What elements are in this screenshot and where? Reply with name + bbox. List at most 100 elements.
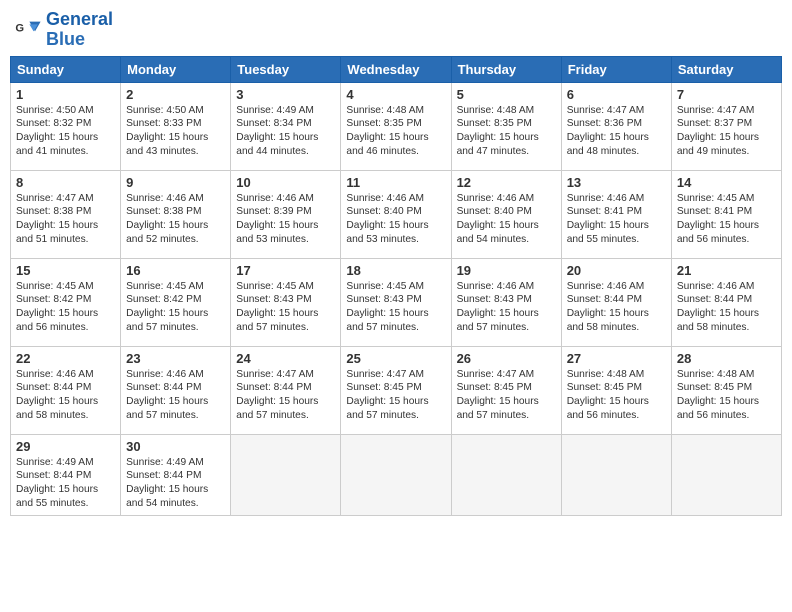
week-row-5: 29 Sunrise: 4:49 AM Sunset: 8:44 PM Dayl… bbox=[11, 434, 782, 515]
calendar-cell: 22 Sunrise: 4:46 AM Sunset: 8:44 PM Dayl… bbox=[11, 346, 121, 434]
calendar-cell: 17 Sunrise: 4:45 AM Sunset: 8:43 PM Dayl… bbox=[231, 258, 341, 346]
col-monday: Monday bbox=[121, 56, 231, 82]
day-info: Sunrise: 4:47 AM Sunset: 8:38 PM Dayligh… bbox=[16, 192, 115, 247]
day-number: 30 bbox=[126, 439, 225, 454]
day-number: 15 bbox=[16, 263, 115, 278]
day-info: Sunrise: 4:47 AM Sunset: 8:36 PM Dayligh… bbox=[567, 104, 666, 159]
calendar-cell: 27 Sunrise: 4:48 AM Sunset: 8:45 PM Dayl… bbox=[561, 346, 671, 434]
calendar-cell: 4 Sunrise: 4:48 AM Sunset: 8:35 PM Dayli… bbox=[341, 82, 451, 170]
day-number: 10 bbox=[236, 175, 335, 190]
day-number: 23 bbox=[126, 351, 225, 366]
week-row-4: 22 Sunrise: 4:46 AM Sunset: 8:44 PM Dayl… bbox=[11, 346, 782, 434]
day-number: 2 bbox=[126, 87, 225, 102]
day-number: 21 bbox=[677, 263, 776, 278]
day-info: Sunrise: 4:46 AM Sunset: 8:44 PM Dayligh… bbox=[677, 280, 776, 335]
day-info: Sunrise: 4:50 AM Sunset: 8:33 PM Dayligh… bbox=[126, 104, 225, 159]
day-info: Sunrise: 4:47 AM Sunset: 8:37 PM Dayligh… bbox=[677, 104, 776, 159]
day-number: 29 bbox=[16, 439, 115, 454]
calendar-cell: 11 Sunrise: 4:46 AM Sunset: 8:40 PM Dayl… bbox=[341, 170, 451, 258]
calendar: Sunday Monday Tuesday Wednesday Thursday… bbox=[10, 56, 782, 516]
calendar-cell: 9 Sunrise: 4:46 AM Sunset: 8:38 PM Dayli… bbox=[121, 170, 231, 258]
day-info: Sunrise: 4:45 AM Sunset: 8:42 PM Dayligh… bbox=[126, 280, 225, 335]
day-info: Sunrise: 4:48 AM Sunset: 8:35 PM Dayligh… bbox=[457, 104, 556, 159]
day-info: Sunrise: 4:46 AM Sunset: 8:40 PM Dayligh… bbox=[457, 192, 556, 247]
calendar-cell: 20 Sunrise: 4:46 AM Sunset: 8:44 PM Dayl… bbox=[561, 258, 671, 346]
week-row-1: 1 Sunrise: 4:50 AM Sunset: 8:32 PM Dayli… bbox=[11, 82, 782, 170]
day-number: 8 bbox=[16, 175, 115, 190]
calendar-cell: 25 Sunrise: 4:47 AM Sunset: 8:45 PM Dayl… bbox=[341, 346, 451, 434]
calendar-cell bbox=[671, 434, 781, 515]
day-info: Sunrise: 4:45 AM Sunset: 8:43 PM Dayligh… bbox=[346, 280, 445, 335]
col-tuesday: Tuesday bbox=[231, 56, 341, 82]
day-number: 18 bbox=[346, 263, 445, 278]
calendar-cell: 29 Sunrise: 4:49 AM Sunset: 8:44 PM Dayl… bbox=[11, 434, 121, 515]
calendar-cell: 1 Sunrise: 4:50 AM Sunset: 8:32 PM Dayli… bbox=[11, 82, 121, 170]
day-number: 5 bbox=[457, 87, 556, 102]
logo-icon: G bbox=[14, 16, 42, 44]
day-number: 22 bbox=[16, 351, 115, 366]
logo-text: General Blue bbox=[46, 10, 113, 50]
page-header: G General Blue bbox=[10, 10, 782, 50]
day-number: 28 bbox=[677, 351, 776, 366]
col-thursday: Thursday bbox=[451, 56, 561, 82]
day-number: 16 bbox=[126, 263, 225, 278]
day-info: Sunrise: 4:46 AM Sunset: 8:39 PM Dayligh… bbox=[236, 192, 335, 247]
day-info: Sunrise: 4:49 AM Sunset: 8:44 PM Dayligh… bbox=[126, 456, 225, 511]
calendar-cell: 10 Sunrise: 4:46 AM Sunset: 8:39 PM Dayl… bbox=[231, 170, 341, 258]
day-number: 19 bbox=[457, 263, 556, 278]
day-number: 17 bbox=[236, 263, 335, 278]
calendar-cell bbox=[341, 434, 451, 515]
day-number: 25 bbox=[346, 351, 445, 366]
day-number: 9 bbox=[126, 175, 225, 190]
svg-text:G: G bbox=[15, 22, 24, 34]
day-info: Sunrise: 4:46 AM Sunset: 8:44 PM Dayligh… bbox=[16, 368, 115, 423]
calendar-cell: 23 Sunrise: 4:46 AM Sunset: 8:44 PM Dayl… bbox=[121, 346, 231, 434]
day-number: 7 bbox=[677, 87, 776, 102]
day-info: Sunrise: 4:47 AM Sunset: 8:44 PM Dayligh… bbox=[236, 368, 335, 423]
calendar-cell: 8 Sunrise: 4:47 AM Sunset: 8:38 PM Dayli… bbox=[11, 170, 121, 258]
calendar-cell bbox=[561, 434, 671, 515]
days-header-row: Sunday Monday Tuesday Wednesday Thursday… bbox=[11, 56, 782, 82]
day-number: 4 bbox=[346, 87, 445, 102]
day-number: 27 bbox=[567, 351, 666, 366]
calendar-cell bbox=[451, 434, 561, 515]
col-sunday: Sunday bbox=[11, 56, 121, 82]
day-number: 3 bbox=[236, 87, 335, 102]
day-number: 11 bbox=[346, 175, 445, 190]
day-number: 24 bbox=[236, 351, 335, 366]
day-info: Sunrise: 4:46 AM Sunset: 8:44 PM Dayligh… bbox=[126, 368, 225, 423]
calendar-cell: 6 Sunrise: 4:47 AM Sunset: 8:36 PM Dayli… bbox=[561, 82, 671, 170]
day-info: Sunrise: 4:45 AM Sunset: 8:41 PM Dayligh… bbox=[677, 192, 776, 247]
day-info: Sunrise: 4:49 AM Sunset: 8:44 PM Dayligh… bbox=[16, 456, 115, 511]
day-info: Sunrise: 4:47 AM Sunset: 8:45 PM Dayligh… bbox=[457, 368, 556, 423]
week-row-3: 15 Sunrise: 4:45 AM Sunset: 8:42 PM Dayl… bbox=[11, 258, 782, 346]
day-info: Sunrise: 4:48 AM Sunset: 8:45 PM Dayligh… bbox=[567, 368, 666, 423]
day-info: Sunrise: 4:46 AM Sunset: 8:41 PM Dayligh… bbox=[567, 192, 666, 247]
col-wednesday: Wednesday bbox=[341, 56, 451, 82]
day-number: 20 bbox=[567, 263, 666, 278]
day-info: Sunrise: 4:50 AM Sunset: 8:32 PM Dayligh… bbox=[16, 104, 115, 159]
day-info: Sunrise: 4:46 AM Sunset: 8:40 PM Dayligh… bbox=[346, 192, 445, 247]
day-info: Sunrise: 4:46 AM Sunset: 8:44 PM Dayligh… bbox=[567, 280, 666, 335]
day-number: 6 bbox=[567, 87, 666, 102]
day-info: Sunrise: 4:45 AM Sunset: 8:42 PM Dayligh… bbox=[16, 280, 115, 335]
day-info: Sunrise: 4:46 AM Sunset: 8:43 PM Dayligh… bbox=[457, 280, 556, 335]
day-number: 26 bbox=[457, 351, 556, 366]
calendar-cell: 13 Sunrise: 4:46 AM Sunset: 8:41 PM Dayl… bbox=[561, 170, 671, 258]
day-info: Sunrise: 4:46 AM Sunset: 8:38 PM Dayligh… bbox=[126, 192, 225, 247]
calendar-cell: 2 Sunrise: 4:50 AM Sunset: 8:33 PM Dayli… bbox=[121, 82, 231, 170]
day-info: Sunrise: 4:47 AM Sunset: 8:45 PM Dayligh… bbox=[346, 368, 445, 423]
day-number: 1 bbox=[16, 87, 115, 102]
calendar-cell: 30 Sunrise: 4:49 AM Sunset: 8:44 PM Dayl… bbox=[121, 434, 231, 515]
logo: G General Blue bbox=[14, 10, 113, 50]
calendar-cell: 15 Sunrise: 4:45 AM Sunset: 8:42 PM Dayl… bbox=[11, 258, 121, 346]
day-number: 12 bbox=[457, 175, 556, 190]
calendar-cell: 12 Sunrise: 4:46 AM Sunset: 8:40 PM Dayl… bbox=[451, 170, 561, 258]
col-saturday: Saturday bbox=[671, 56, 781, 82]
calendar-cell: 3 Sunrise: 4:49 AM Sunset: 8:34 PM Dayli… bbox=[231, 82, 341, 170]
day-info: Sunrise: 4:48 AM Sunset: 8:35 PM Dayligh… bbox=[346, 104, 445, 159]
calendar-cell bbox=[231, 434, 341, 515]
calendar-cell: 26 Sunrise: 4:47 AM Sunset: 8:45 PM Dayl… bbox=[451, 346, 561, 434]
day-info: Sunrise: 4:49 AM Sunset: 8:34 PM Dayligh… bbox=[236, 104, 335, 159]
day-number: 13 bbox=[567, 175, 666, 190]
